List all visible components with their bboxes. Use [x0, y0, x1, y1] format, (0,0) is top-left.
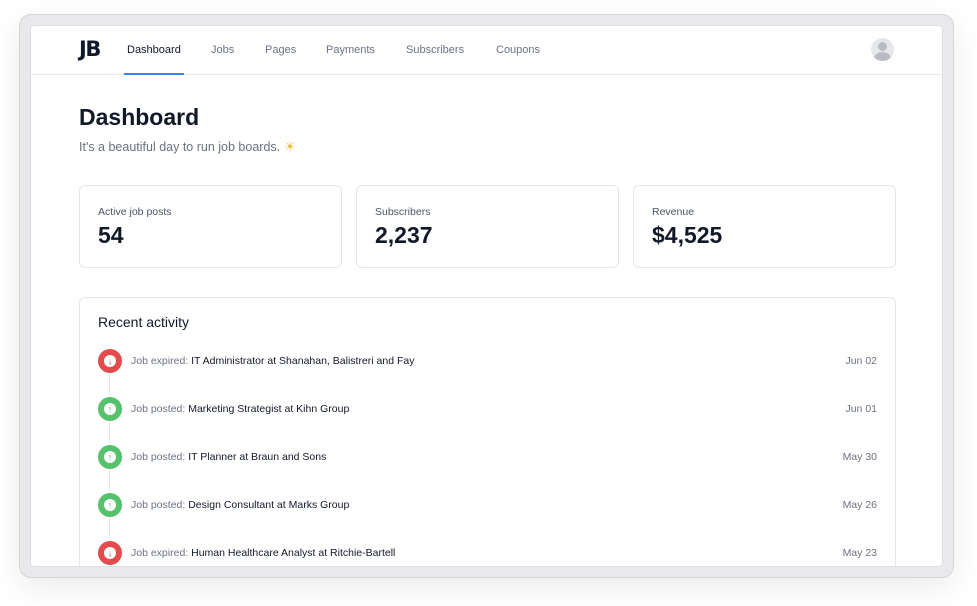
activity-text: Job expired: IT Administrator at Shanaha… — [131, 355, 414, 367]
activity-item[interactable]: ↓ Job expired: Human Healthcare Analyst … — [98, 541, 877, 566]
arrow-up-icon: ↑ — [104, 403, 116, 415]
nav-payments[interactable]: Payments — [326, 26, 375, 74]
arrow-down-icon: ↓ — [104, 547, 116, 559]
activity-date: Jun 01 — [845, 403, 877, 415]
activity-type: Job posted: — [131, 451, 186, 463]
arrow-up-icon: ↑ — [104, 499, 116, 511]
stat-card-revenue: Revenue $4,525 — [633, 185, 896, 268]
activity-text: Job posted: IT Planner at Braun and Sons — [131, 451, 326, 463]
status-expired-icon: ↓ — [98, 349, 122, 373]
activity-type: Job posted: — [131, 499, 186, 511]
activity-subject[interactable]: IT Administrator at Shanahan, Balistreri… — [191, 355, 414, 367]
page-subtitle: It's a beautiful day to run job boards. ☀ — [79, 139, 296, 155]
status-posted-icon: ↑ — [98, 397, 122, 421]
subtitle-text: It's a beautiful day to run job boards. — [79, 140, 281, 154]
stat-label: Active job posts — [98, 206, 172, 218]
nav-pages[interactable]: Pages — [265, 26, 296, 74]
activity-item[interactable]: ↓ Job expired: IT Administrator at Shana… — [98, 349, 877, 375]
status-expired-icon: ↓ — [98, 541, 122, 565]
activity-date: May 30 — [842, 451, 877, 463]
timeline-connector — [109, 373, 110, 397]
stat-label: Subscribers — [375, 206, 431, 218]
stat-label: Revenue — [652, 206, 695, 218]
activity-text: Job expired: Human Healthcare Analyst at… — [131, 547, 395, 559]
top-navigation: JB Dashboard Jobs Pages Payments Subscri… — [31, 26, 942, 75]
avatar-head — [878, 42, 887, 51]
nav-coupons[interactable]: Coupons — [496, 26, 540, 74]
logo[interactable]: JB — [79, 37, 101, 61]
stat-card-active-jobs: Active job posts 54 — [79, 185, 342, 268]
status-posted-icon: ↑ — [98, 493, 122, 517]
nav-dashboard[interactable]: Dashboard — [124, 26, 184, 75]
activity-subject[interactable]: Marketing Strategist at Kihn Group — [188, 403, 349, 415]
timeline-connector — [109, 421, 110, 445]
status-posted-icon: ↑ — [98, 445, 122, 469]
arrow-up-icon: ↑ — [104, 451, 116, 463]
activity-type: Job posted: — [131, 403, 186, 415]
activity-text: Job posted: Marketing Strategist at Kihn… — [131, 403, 349, 415]
recent-activity-panel: Recent activity ↓ Job expired: IT Admini… — [79, 297, 896, 566]
timeline-connector — [109, 517, 110, 541]
activity-subject[interactable]: IT Planner at Braun and Sons — [188, 451, 326, 463]
activity-item[interactable]: ↑ Job posted: IT Planner at Braun and So… — [98, 445, 877, 471]
activity-text: Job posted: Design Consultant at Marks G… — [131, 499, 349, 511]
nav-subscribers[interactable]: Subscribers — [406, 26, 464, 74]
stat-value: 2,237 — [375, 222, 433, 248]
arrow-down-icon: ↓ — [104, 355, 116, 367]
activity-title: Recent activity — [98, 314, 190, 330]
avatar-body — [874, 52, 891, 61]
activity-item[interactable]: ↑ Job posted: Marketing Strategist at Ki… — [98, 397, 877, 423]
timeline-connector — [109, 469, 110, 493]
activity-subject[interactable]: Design Consultant at Marks Group — [188, 499, 349, 511]
activity-type: Job expired: — [131, 547, 189, 559]
activity-date: May 23 — [842, 547, 877, 559]
user-avatar-icon[interactable] — [871, 38, 894, 61]
sun-icon: ☀ — [284, 139, 296, 154]
stat-card-subscribers: Subscribers 2,237 — [356, 185, 619, 268]
app-window: JB Dashboard Jobs Pages Payments Subscri… — [30, 25, 943, 567]
page-title: Dashboard — [79, 104, 200, 130]
nav-jobs[interactable]: Jobs — [211, 26, 234, 74]
stat-value: $4,525 — [652, 222, 723, 248]
stat-value: 54 — [98, 222, 124, 248]
activity-subject[interactable]: Human Healthcare Analyst at Ritchie-Bart… — [191, 547, 395, 559]
activity-type: Job expired: — [131, 355, 189, 367]
activity-item[interactable]: ↑ Job posted: Design Consultant at Marks… — [98, 493, 877, 519]
activity-date: Jun 02 — [845, 355, 877, 367]
activity-date: May 26 — [842, 499, 877, 511]
